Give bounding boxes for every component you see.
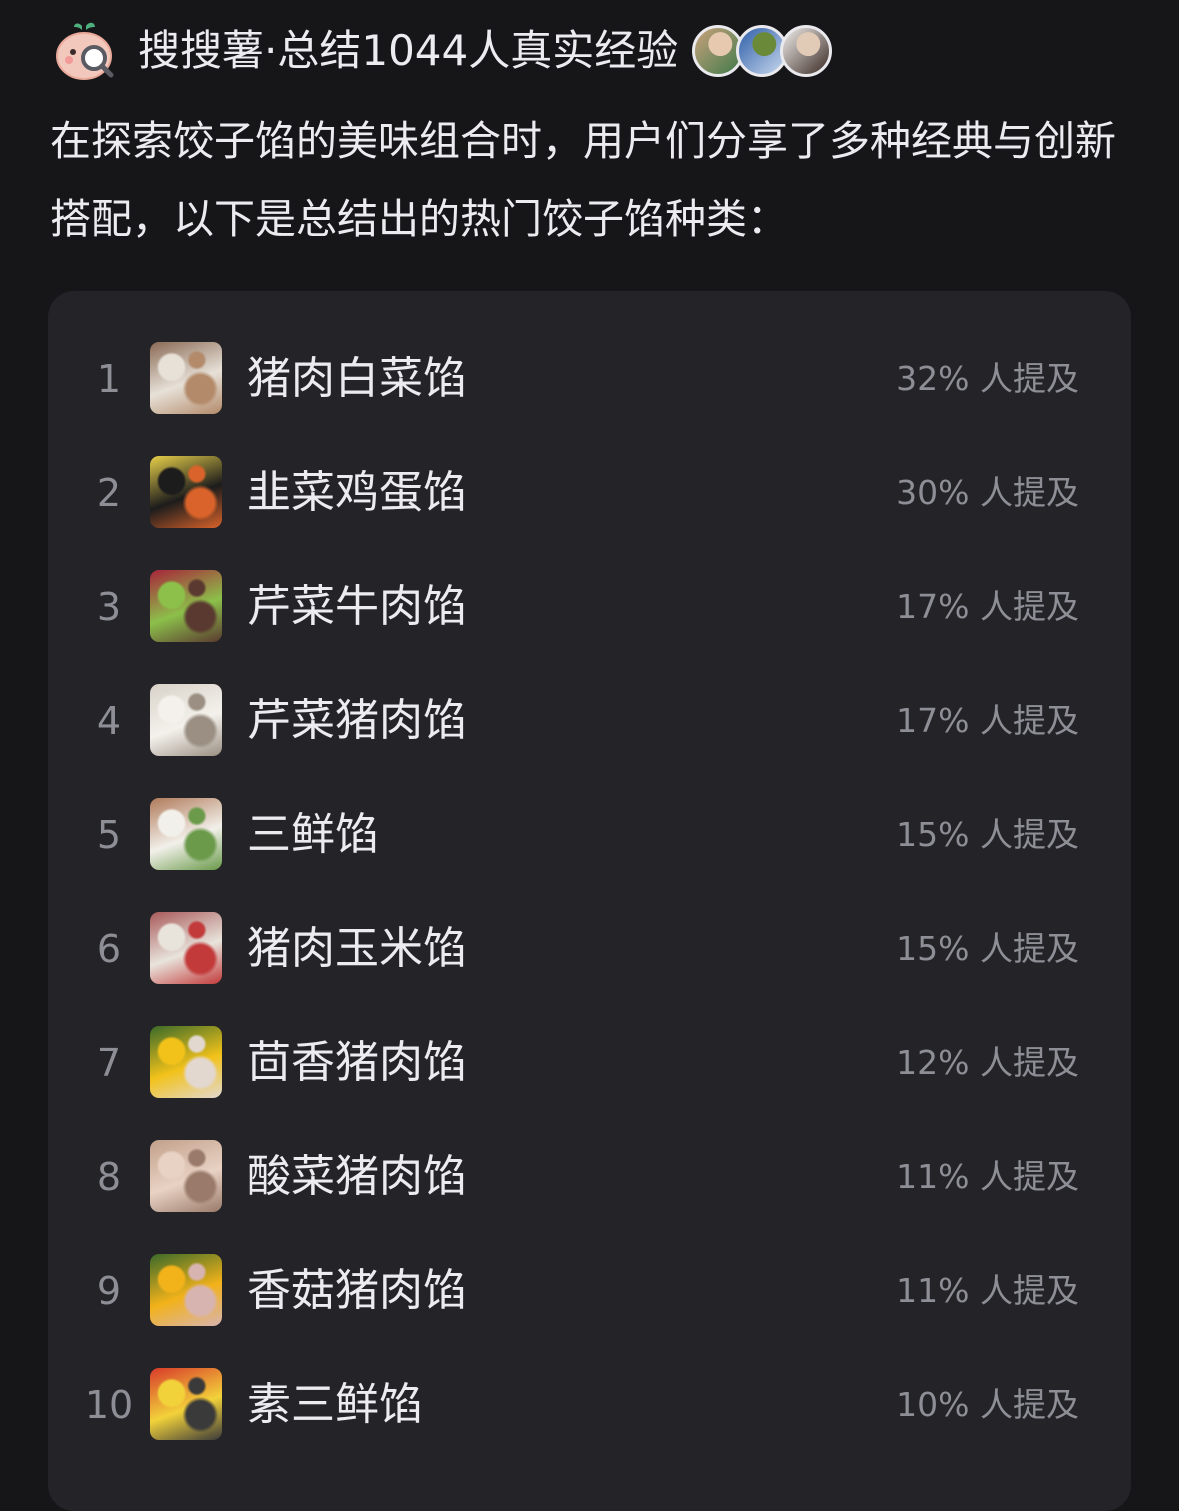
mention-percentage: 30% 人提及 xyxy=(896,473,1079,512)
filling-name: 芹菜牛肉馅 xyxy=(247,581,467,632)
filling-name: 香菇猪肉馅 xyxy=(247,1265,467,1316)
rank-number: 8 xyxy=(96,1155,122,1199)
filling-name: 三鲜馅 xyxy=(247,809,379,860)
filling-thumbnail[interactable] xyxy=(150,798,222,870)
filling-thumbnail[interactable] xyxy=(150,1254,222,1326)
filling-thumbnail[interactable] xyxy=(150,1368,222,1440)
contributor-avatars[interactable] xyxy=(692,25,833,77)
rank-number: 2 xyxy=(96,471,122,515)
list-item[interactable]: 10 素三鲜馅 10% 人提及 xyxy=(48,1368,1131,1442)
list-item[interactable]: 3 芹菜牛肉馅 17% 人提及 xyxy=(48,570,1131,644)
mention-percentage: 15% 人提及 xyxy=(896,815,1079,854)
list-item[interactable]: 2 韭菜鸡蛋馅 30% 人提及 xyxy=(48,456,1131,530)
list-item[interactable]: 7 茴香猪肉馅 12% 人提及 xyxy=(48,1026,1131,1100)
rank-number: 3 xyxy=(96,585,122,629)
filling-thumbnail[interactable] xyxy=(150,1140,222,1212)
list-item[interactable]: 1 猪肉白菜馅 32% 人提及 xyxy=(48,342,1131,416)
list-item[interactable]: 8 酸菜猪肉馅 11% 人提及 xyxy=(48,1140,1131,1214)
filling-thumbnail[interactable] xyxy=(150,1026,222,1098)
rank-number: 7 xyxy=(96,1041,122,1085)
summary-intro-text: 在探索饺子馅的美味组合时，用户们分享了多种经典与创新搭配，以下是总结出的热门饺子… xyxy=(50,117,1116,243)
filling-name: 韭菜鸡蛋馅 xyxy=(247,467,467,518)
filling-thumbnail[interactable] xyxy=(150,570,222,642)
filling-name: 素三鲜馅 xyxy=(247,1379,423,1430)
sweet-potato-search-icon xyxy=(52,18,118,84)
rank-number: 10 xyxy=(84,1383,134,1427)
summary-header: 搜搜薯·总结1044人真实经验 xyxy=(52,18,833,84)
rank-number: 6 xyxy=(96,927,122,971)
rank-number: 9 xyxy=(96,1269,122,1313)
rank-number: 5 xyxy=(96,813,122,857)
list-item[interactable]: 6 猪肉玉米馅 15% 人提及 xyxy=(48,912,1131,986)
mention-percentage: 10% 人提及 xyxy=(896,1385,1079,1424)
mention-percentage: 11% 人提及 xyxy=(896,1157,1079,1196)
filling-name: 茴香猪肉馅 xyxy=(247,1037,467,1088)
filling-name: 猪肉白菜馅 xyxy=(247,353,467,404)
user-avatar-3[interactable] xyxy=(780,25,833,77)
rank-number: 4 xyxy=(96,699,122,743)
mention-percentage: 11% 人提及 xyxy=(896,1271,1079,1310)
filling-thumbnail[interactable] xyxy=(150,684,222,756)
rank-number: 1 xyxy=(96,357,122,401)
list-item[interactable]: 4 芹菜猪肉馅 17% 人提及 xyxy=(48,684,1131,758)
list-item[interactable]: 9 香菇猪肉馅 11% 人提及 xyxy=(48,1254,1131,1328)
mention-percentage: 17% 人提及 xyxy=(896,587,1079,626)
filling-name: 芹菜猪肉馅 xyxy=(247,695,467,746)
filling-name: 酸菜猪肉馅 xyxy=(247,1151,467,1202)
dumpling-filling-ranking-list: 1 猪肉白菜馅 32% 人提及 2 韭菜鸡蛋馅 30% 人提及 3 芹菜牛肉馅 17% 人提及 4… xyxy=(48,291,1131,1511)
mention-percentage: 32% 人提及 xyxy=(896,359,1079,398)
filling-name: 猪肉玉米馅 xyxy=(247,923,467,974)
filling-thumbnail[interactable] xyxy=(150,456,222,528)
mention-percentage: 12% 人提及 xyxy=(896,1043,1079,1082)
summary-source-title: 搜搜薯·总结1044人真实经验 xyxy=(138,26,679,75)
list-item[interactable]: 5 三鲜馅 15% 人提及 xyxy=(48,798,1131,872)
filling-thumbnail[interactable] xyxy=(150,912,222,984)
mention-percentage: 17% 人提及 xyxy=(896,701,1079,740)
filling-thumbnail[interactable] xyxy=(150,342,222,414)
mention-percentage: 15% 人提及 xyxy=(896,929,1079,968)
